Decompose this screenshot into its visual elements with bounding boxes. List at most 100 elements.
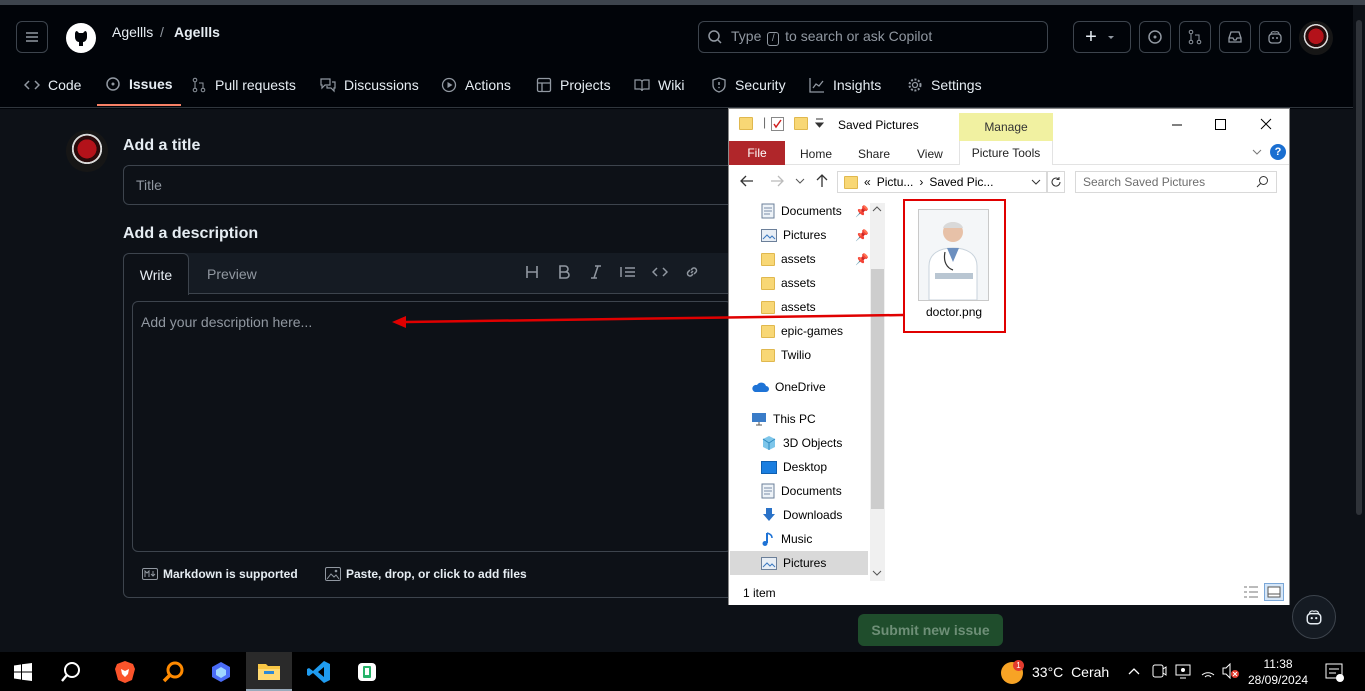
breadcrumb-owner[interactable]: Agellls — [112, 24, 153, 40]
help-icon[interactable]: ? — [1270, 144, 1286, 160]
tray-expand-button[interactable] — [1127, 665, 1141, 677]
tab-pull-requests[interactable]: Pull requests — [191, 64, 296, 106]
copilot-button[interactable] — [1259, 21, 1291, 53]
wifi-icon[interactable] — [1200, 664, 1216, 678]
taskbar-file-explorer[interactable] — [246, 652, 292, 691]
notifications-button[interactable] — [1324, 662, 1344, 682]
up-button[interactable] — [814, 173, 830, 189]
weather-widget[interactable]: 33°C Cerah — [1032, 664, 1109, 680]
tab-actions[interactable]: Actions — [441, 64, 511, 106]
copilot-chat-button[interactable] — [1292, 595, 1336, 639]
forward-button[interactable] — [769, 173, 785, 189]
search-input[interactable]: Type / to search or ask Copilot — [698, 21, 1048, 53]
pull-requests-button[interactable] — [1179, 21, 1211, 53]
taskbar-search-button[interactable] — [48, 652, 94, 691]
heading-button[interactable] — [524, 264, 540, 280]
tab-code[interactable]: Code — [24, 64, 81, 106]
breadcrumb-repo[interactable]: Agellls — [174, 24, 220, 40]
tab-preview[interactable]: Preview — [207, 266, 257, 282]
explorer-search-input[interactable]: Search Saved Pictures — [1075, 171, 1277, 193]
nav-item-documents[interactable]: Documents — [761, 201, 842, 221]
start-button[interactable] — [0, 652, 46, 691]
markdown-note[interactable]: Markdown is supported — [142, 567, 298, 581]
volume-muted-icon[interactable] — [1222, 663, 1240, 679]
large-icons-view-button[interactable] — [1264, 583, 1284, 601]
tab-security[interactable]: Security — [711, 64, 786, 106]
address-bar[interactable]: « Pictu... › Saved Pic... — [837, 171, 1047, 193]
folder-icon — [739, 117, 753, 130]
inbox-button[interactable] — [1219, 21, 1251, 53]
taskbar-brave[interactable] — [102, 652, 148, 691]
recent-locations-button[interactable] — [795, 177, 805, 185]
tray-display-icon[interactable] — [1175, 663, 1191, 679]
taskbar-app[interactable] — [344, 652, 390, 691]
nav-item-pictures-selected[interactable]: Pictures — [761, 553, 826, 573]
taskbar-vscode[interactable] — [296, 652, 342, 691]
markdown-icon — [142, 568, 158, 580]
ribbon-tab-home[interactable]: Home — [800, 147, 832, 161]
taskbar-search-app[interactable] — [150, 652, 196, 691]
ribbon-tab-file[interactable]: File — [729, 141, 785, 165]
tab-settings[interactable]: Settings — [907, 64, 982, 106]
tray-meet-icon[interactable] — [1151, 663, 1167, 679]
manage-context-tab[interactable]: Manage — [959, 113, 1053, 141]
nav-item-assets[interactable]: assets — [761, 273, 816, 293]
tab-write[interactable]: Write — [123, 253, 189, 295]
italic-button[interactable] — [588, 264, 604, 280]
nav-item-pictures[interactable]: Pictures — [761, 225, 826, 245]
minimize-button[interactable] — [1167, 115, 1187, 135]
code-button[interactable] — [652, 264, 668, 280]
ribbon-tab-view[interactable]: View — [917, 147, 943, 161]
bold-button[interactable] — [556, 264, 572, 280]
link-button[interactable] — [684, 264, 700, 280]
address-part-saved[interactable]: Saved Pic... — [929, 175, 993, 189]
nav-item-desktop[interactable]: Desktop — [761, 457, 827, 477]
pictures-icon — [761, 228, 777, 242]
submit-issue-button[interactable]: Submit new issue — [858, 614, 1003, 646]
create-new-button[interactable]: + — [1073, 21, 1131, 53]
refresh-button[interactable] — [1047, 171, 1065, 193]
issues-button[interactable] — [1139, 21, 1171, 53]
properties-icon[interactable] — [771, 117, 784, 131]
nav-scrollbar-thumb[interactable] — [871, 269, 884, 509]
nav-item-3d-objects[interactable]: 3D Objects — [761, 433, 842, 453]
tab-wiki-label: Wiki — [658, 77, 685, 93]
page-scrollbar-thumb[interactable] — [1356, 20, 1362, 515]
details-view-button[interactable] — [1243, 585, 1259, 599]
quote-button[interactable] — [620, 264, 636, 280]
scroll-up-arrow[interactable] — [872, 205, 882, 213]
tab-insights[interactable]: Insights — [809, 64, 881, 106]
github-logo[interactable] — [65, 22, 97, 54]
description-textarea[interactable]: Add your description here... — [132, 301, 732, 552]
nav-item-onedrive[interactable]: OneDrive — [751, 377, 826, 397]
nav-item-twilio[interactable]: Twilio — [761, 345, 811, 365]
nav-item-downloads[interactable]: Downloads — [761, 505, 842, 525]
back-button[interactable] — [739, 173, 755, 189]
scroll-down-arrow[interactable] — [872, 569, 882, 577]
taskbar-copilot[interactable] — [198, 652, 244, 691]
tab-wiki[interactable]: Wiki — [634, 64, 684, 106]
maximize-button[interactable] — [1210, 115, 1230, 135]
ribbon-tab-picture-tools[interactable]: Picture Tools — [959, 141, 1053, 165]
tab-discussions[interactable]: Discussions — [320, 64, 419, 106]
nav-item-music[interactable]: Music — [761, 529, 812, 549]
clock[interactable]: 11:38 28/09/2024 — [1248, 656, 1308, 688]
customize-quick-access-icon[interactable] — [815, 118, 824, 128]
new-folder-icon[interactable] — [794, 117, 808, 130]
nav-item-this-pc[interactable]: This PC — [751, 409, 816, 429]
nav-item-assets[interactable]: assets — [761, 249, 816, 269]
avatar[interactable] — [1299, 21, 1333, 55]
title-input[interactable]: Title — [123, 165, 743, 205]
ribbon-tab-share[interactable]: Share — [858, 147, 890, 161]
nav-item-assets[interactable]: assets — [761, 297, 816, 317]
attach-files-button[interactable]: Paste, drop, or click to add files — [325, 567, 527, 581]
expand-ribbon-button[interactable] — [1251, 147, 1263, 157]
nav-item-epic-games[interactable]: epic-games — [761, 321, 843, 341]
nav-item-documents[interactable]: Documents — [761, 481, 842, 501]
tab-projects[interactable]: Projects — [536, 64, 611, 106]
address-part-pictures[interactable]: Pictu... — [877, 175, 914, 189]
address-dropdown[interactable] — [1031, 178, 1041, 186]
menu-button[interactable] — [16, 21, 48, 53]
close-button[interactable] — [1256, 115, 1276, 135]
tab-issues[interactable]: Issues — [97, 64, 181, 106]
